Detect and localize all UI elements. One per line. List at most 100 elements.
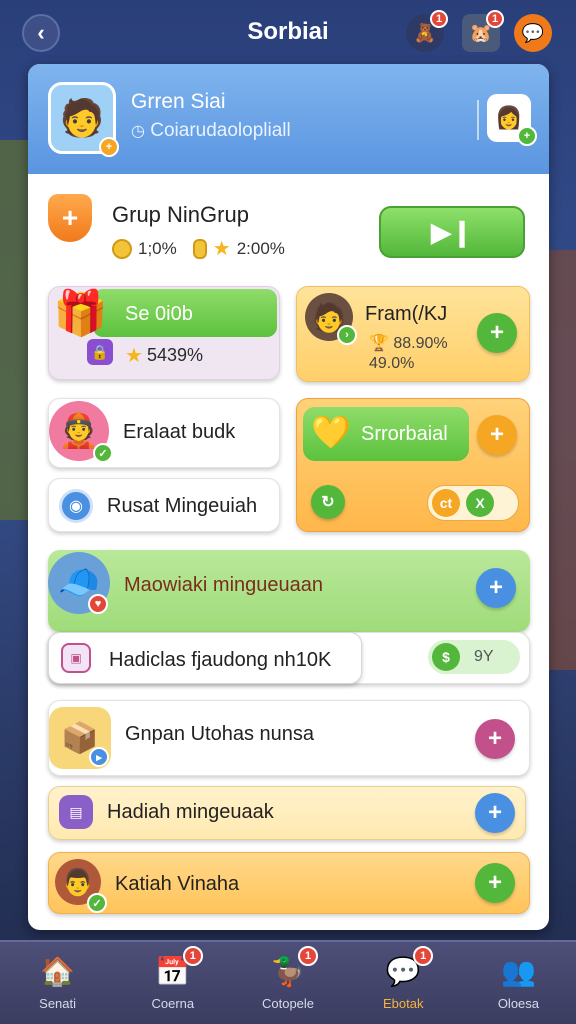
ok-label: ct xyxy=(432,489,460,517)
friends-icon: 👥 xyxy=(500,955,536,987)
nav-badge: 1 xyxy=(182,946,203,966)
calendar-icon: ▣ xyxy=(61,643,91,673)
pet-button[interactable]: 🐹 1 xyxy=(462,10,504,52)
main-panel: 🧑 + Grren Siai ◷ Coiarudaolopliall 👩 + +… xyxy=(28,64,549,930)
play-skip-icon: ▶❙ xyxy=(431,216,473,247)
gift-card-value: 5439% xyxy=(146,345,203,365)
add-group-shield-icon[interactable]: + xyxy=(48,194,92,242)
plus-icon: + xyxy=(489,421,504,448)
gift-card[interactable]: 🎁 Se 0i0b 🔒 ★ 5439% xyxy=(48,286,280,380)
rusat-card-label: Rusat Mingeuiah xyxy=(107,495,258,517)
man-avatar-icon: 👨 xyxy=(61,866,95,897)
friend-add-button[interactable]: + xyxy=(477,313,517,353)
reward-pill[interactable]: $ 9Y xyxy=(428,640,520,674)
nav-label: Ebotak xyxy=(382,996,424,1011)
group-stat-a: 1;0% xyxy=(138,238,177,258)
gnpan-row[interactable]: 📦 ▸ Gnpan Utohas nunsa + xyxy=(48,700,530,776)
hadiclas-label-box[interactable]: ▣ Hadiclas fjaudong nh10K xyxy=(48,632,362,684)
character-avatar-button[interactable]: 🧸 1 xyxy=(406,10,448,52)
chat-icon: 💬 1 xyxy=(383,946,434,990)
profile-subtitle: ◷ Coiarudaolopliall xyxy=(131,120,291,141)
nav-item-senati[interactable]: 🏠 Senati xyxy=(0,942,115,1024)
gnpan-label: Gnpan Utohas nunsa xyxy=(125,723,315,745)
katiah-row[interactable]: 👨 ✓ Katiah Vinaha + xyxy=(48,852,530,914)
clock-icon: ◷ xyxy=(131,123,145,140)
friend-card[interactable]: 🧑 › Fram(/KJ 🏆 88.90% 49.0% + xyxy=(296,286,530,382)
header-divider xyxy=(477,100,479,140)
katiah-add-button[interactable]: + xyxy=(475,863,515,903)
duck-icon: 🦆 1 xyxy=(268,946,318,990)
home-icon: 🏠 xyxy=(40,955,76,987)
plus-badge-icon: + xyxy=(99,137,119,157)
nav-item-ebotak[interactable]: 💬 1 Ebotak xyxy=(346,942,461,1024)
nav-label: Senati xyxy=(39,996,77,1011)
nav-item-cotopele[interactable]: 🦆 1 Cotopele xyxy=(230,942,345,1024)
plus-icon: + xyxy=(487,869,502,896)
play-button[interactable]: ▶❙ xyxy=(379,206,525,258)
profile-header: 🧑 + Grren Siai ◷ Coiarudaolopliall 👩 + xyxy=(28,64,549,174)
hadiclas-label: Hadiclas fjaudong nh10K xyxy=(109,649,332,671)
rusat-card[interactable]: ◉ Rusat Mingeuiah xyxy=(48,478,280,532)
friend-card-value-b: 49.0% xyxy=(369,355,415,372)
girl-avatar-icon: 👩 xyxy=(495,105,523,130)
nav-label: Oloesa xyxy=(497,996,540,1011)
profile-name: Grren Siai xyxy=(131,90,226,113)
plus-icon: + xyxy=(487,799,502,826)
online-badge-icon: + xyxy=(517,126,537,146)
hadiah-row[interactable]: ▤ Hadiah mingeuaak + xyxy=(48,786,526,840)
star-icon: ★ xyxy=(212,238,231,260)
plus-icon: + xyxy=(489,319,504,346)
gold-card-label: Srrorbaial xyxy=(361,423,448,445)
katiah-label: Katiah Vinaha xyxy=(115,873,240,895)
refresh-icon: ↻ xyxy=(321,494,335,511)
notification-badge: 1 xyxy=(430,10,448,28)
profile-avatar[interactable]: 🧑 + xyxy=(48,82,119,157)
star-icon: ★ xyxy=(125,345,143,367)
person-card[interactable]: 👲 ✓ Eralaat budk xyxy=(48,398,280,468)
chat-button[interactable]: 💬 xyxy=(514,14,552,52)
coin-icon xyxy=(112,238,132,259)
hadiah-label: Hadiah mingeuaak xyxy=(107,801,274,823)
friend-card-label: Fram(/KJ xyxy=(365,303,448,325)
timer-button[interactable]: ↻ xyxy=(311,485,345,519)
toggle-pill[interactable]: ct X xyxy=(427,485,519,521)
top-bar: ‹ Sorbiai 🧸 1 🐹 1 💬 xyxy=(0,0,576,64)
bottom-nav: 🏠 Senati 📅 1 Coerna 🦆 1 Cotopele 💬 1 Ebo… xyxy=(0,940,576,1024)
notification-badge: 1 xyxy=(486,10,504,28)
man-red-hat-icon: 👲 xyxy=(57,412,101,450)
person-card-label: Eralaat budk xyxy=(123,421,236,443)
coin-icon xyxy=(192,238,207,259)
gift-card-label: Se 0i0b xyxy=(125,303,193,325)
nav-label: Coerna xyxy=(151,996,195,1011)
play-badge-icon: › xyxy=(337,325,357,345)
treasure-chest-icon: 🎁 xyxy=(53,289,108,338)
x-label: X xyxy=(466,489,494,517)
calendar-grid-icon: 📅 1 xyxy=(153,946,203,990)
hadiah-add-button[interactable]: + xyxy=(475,793,515,833)
gnpan-add-button[interactable]: + xyxy=(475,719,515,759)
mingueuaan-row[interactable]: 🧢 ♥ Maowiaki mingueuaan + xyxy=(48,550,530,632)
nav-item-oloesa[interactable]: 👥 Oloesa xyxy=(461,942,576,1024)
nav-badge: 1 xyxy=(413,946,434,966)
document-icon: ▤ xyxy=(59,795,93,829)
group-row: + Grup NinGrup 1;0% ★ 2:00% ▶❙ xyxy=(28,174,549,279)
check-badge-icon: ✓ xyxy=(93,443,113,463)
nav-label: Cotopele xyxy=(261,996,315,1011)
gold-add-button[interactable]: + xyxy=(477,415,517,455)
lock-icon: 🔒 xyxy=(87,339,113,365)
group-stat-b: 2:00% xyxy=(236,238,285,258)
boy-avatar-icon: 🧑 xyxy=(59,97,105,138)
gold-card[interactable]: 💛 Srrorbaial + ↻ ct X xyxy=(296,398,530,532)
chat-bubble-icon: 💬 xyxy=(521,22,545,43)
play-badge-icon: ▸ xyxy=(89,747,109,767)
info-icon: ◉ xyxy=(59,489,93,523)
friend-card-value-a: 🏆 88.90% xyxy=(369,335,448,352)
dollar-icon: $ xyxy=(432,643,460,671)
friend-avatar-button[interactable]: 👩 + xyxy=(487,94,537,146)
plus-icon: + xyxy=(487,725,502,752)
mingueuaan-add-button[interactable]: + xyxy=(476,568,516,608)
nav-badge: 1 xyxy=(298,946,318,966)
nav-item-coerna[interactable]: 📅 1 Coerna xyxy=(115,942,230,1024)
mingueuaan-label: Maowiaki mingueuaan xyxy=(124,574,324,596)
group-stats: 1;0% ★ 2:00% xyxy=(112,236,285,261)
